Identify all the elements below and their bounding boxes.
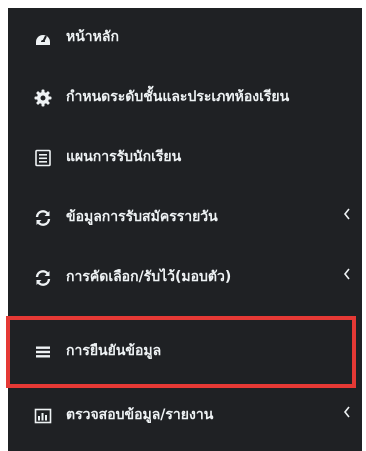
refresh-icon <box>34 269 52 287</box>
sidebar-item-label: ข้อมูลการรับสมัครรายวัน <box>66 209 218 225</box>
sidebar-item-selection-enrollment[interactable]: การคัดเลือก/รับไว้(มอบตัว) <box>8 248 362 308</box>
chevron-left-icon <box>342 404 352 420</box>
gear-icon <box>34 89 52 107</box>
sidebar-item-admission-plan[interactable]: แผนการรับนักเรียน <box>8 128 362 188</box>
sidebar-item-label: หน้าหลัก <box>66 29 119 45</box>
dashboard-icon <box>34 29 52 47</box>
sidebar-item-data-confirmation[interactable]: การยืนยันข้อมูล <box>8 322 362 382</box>
sidebar-menu: หน้าหลัก กำหนดระดับชั้นและประเภทห้องเรีย… <box>8 8 362 451</box>
bar-chart-icon <box>34 407 52 425</box>
sidebar-item-data-check-report[interactable]: ตรวจสอบข้อมูล/รายงาน <box>8 386 362 446</box>
sidebar-item-label: แผนการรับนักเรียน <box>66 149 182 165</box>
refresh-icon <box>34 209 52 227</box>
sidebar-item-label: การคัดเลือก/รับไว้(มอบตัว) <box>66 269 232 285</box>
list-icon <box>34 343 52 361</box>
document-icon <box>34 149 52 167</box>
chevron-left-icon <box>342 206 352 222</box>
sidebar-item-grade-room-type[interactable]: กำหนดระดับชั้นและประเภทห้องเรียน <box>8 68 362 128</box>
sidebar-item-label: การยืนยันข้อมูล <box>66 343 162 359</box>
sidebar-item-label: กำหนดระดับชั้นและประเภทห้องเรียน <box>66 89 290 105</box>
sidebar-item-home[interactable]: หน้าหลัก <box>8 8 362 68</box>
chevron-left-icon <box>342 266 352 282</box>
sidebar-item-label: ตรวจสอบข้อมูล/รายงาน <box>66 407 214 423</box>
sidebar-item-daily-applications[interactable]: ข้อมูลการรับสมัครรายวัน <box>8 188 362 248</box>
